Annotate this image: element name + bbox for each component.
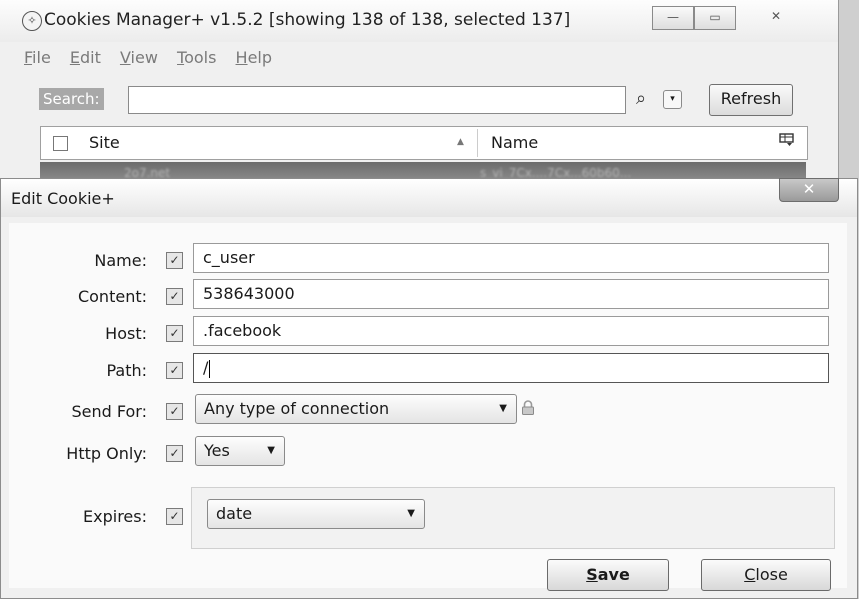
http-only-label: Http Only: (66, 444, 147, 463)
select-all-checkbox[interactable] (53, 136, 68, 151)
name-checkbox[interactable]: ✓ (166, 252, 183, 269)
window-title: Cookies Manager+ v1.5.2 [showing 138 of … (44, 10, 571, 30)
menu-file[interactable]: File (24, 48, 51, 67)
send-for-label: Send For: (71, 402, 148, 421)
send-for-select[interactable]: Any type of connection ▼ (195, 394, 517, 424)
menu-view[interactable]: View (120, 48, 158, 67)
search-input[interactable] (128, 86, 626, 114)
close-window-button[interactable]: ✕ (736, 6, 816, 28)
expires-label: Expires: (83, 507, 147, 526)
column-name[interactable]: Name (491, 133, 538, 152)
refresh-button[interactable]: Refresh (709, 84, 793, 116)
menu-help[interactable]: Help (236, 48, 272, 67)
column-picker-icon[interactable] (779, 133, 795, 151)
content-field[interactable]: 538643000 (193, 279, 829, 309)
http-only-select[interactable]: Yes ▼ (195, 436, 285, 466)
host-checkbox[interactable]: ✓ (166, 325, 183, 342)
host-label: Host: (105, 324, 147, 343)
lock-icon (522, 400, 534, 415)
expires-select[interactable]: date ▼ (207, 499, 425, 529)
send-for-value: Any type of connection (204, 399, 390, 418)
expires-checkbox[interactable]: ✓ (166, 508, 183, 525)
menu-edit[interactable]: Edit (70, 48, 101, 67)
search-icon[interactable]: ⌕ (636, 88, 646, 109)
path-field[interactable]: / (193, 353, 829, 383)
menu-bar: File Edit View Tools Help (24, 48, 286, 72)
maximize-button[interactable]: ▭ (694, 6, 736, 30)
cookie-icon: ✧ (22, 11, 42, 31)
chevron-down-icon: ▼ (499, 403, 507, 414)
name-label: Name: (94, 251, 147, 270)
save-button[interactable]: Save (547, 559, 669, 591)
search-options-dropdown[interactable]: ▾ (663, 90, 682, 109)
minimize-button[interactable]: — (652, 6, 694, 30)
name-field[interactable]: c_user (193, 243, 829, 273)
sort-ascending-icon: ▲ (457, 137, 464, 147)
content-label: Content: (77, 287, 147, 306)
text-caret (209, 359, 211, 378)
expires-value: date (216, 504, 253, 523)
path-label: Path: (106, 361, 147, 380)
column-site[interactable]: Site (89, 133, 120, 152)
window-titlebar: ✧ Cookies Manager+ v1.5.2 [showing 138 o… (0, 0, 838, 42)
content-checkbox[interactable]: ✓ (166, 288, 183, 305)
chevron-down-icon: ▼ (267, 445, 275, 456)
column-separator[interactable] (477, 129, 478, 157)
chevron-down-icon: ▼ (407, 508, 415, 519)
dialog-body: Name: ✓ c_user Content: ✓ 538643000 Host… (9, 223, 847, 591)
send-for-checkbox[interactable]: ✓ (166, 403, 183, 420)
http-only-checkbox[interactable]: ✓ (166, 445, 183, 462)
dialog-titlebar: Edit Cookie+ ✕ (1, 178, 857, 217)
close-button[interactable]: Close (701, 559, 831, 591)
dialog-close-button[interactable]: ✕ (779, 178, 839, 202)
path-checkbox[interactable]: ✓ (166, 362, 183, 379)
dialog-title: Edit Cookie+ (11, 189, 115, 208)
path-value: / (203, 358, 209, 377)
edit-cookie-dialog: Edit Cookie+ ✕ Name: ✓ c_user Content: ✓… (0, 178, 858, 599)
cookie-list-header: Site ▲ Name (40, 126, 808, 160)
host-field[interactable]: .facebook (193, 316, 829, 346)
menu-tools[interactable]: Tools (177, 48, 216, 67)
search-label: Search: (39, 88, 104, 110)
http-only-value: Yes (204, 441, 230, 460)
